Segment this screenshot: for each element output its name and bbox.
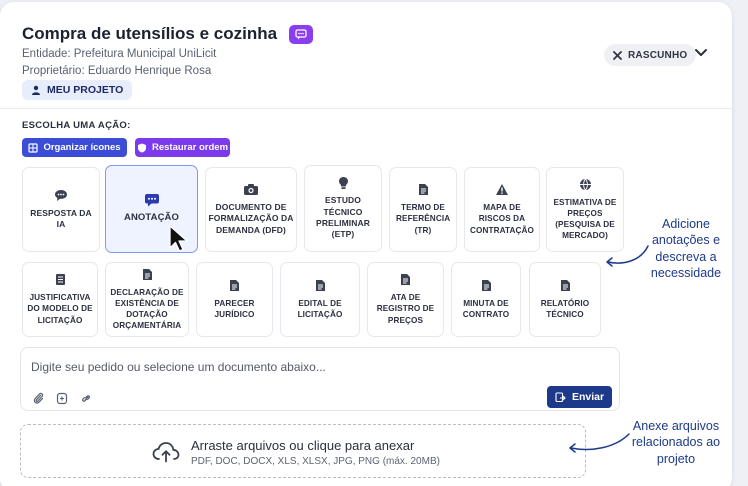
link-icon[interactable] — [80, 392, 92, 405]
arrow-to-dropzone-icon — [569, 433, 630, 453]
list-doc-icon — [55, 274, 65, 286]
send-button[interactable]: Enviar — [547, 386, 612, 408]
cloud-upload-icon — [152, 442, 180, 463]
tile-ata[interactable]: ATA DE REGISTRO DE PREÇOS — [367, 262, 444, 337]
tile-label: ESTIMATIVA DE PREÇOS (PESQUISA DE MERCAD… — [553, 197, 617, 241]
chevron-down-icon[interactable] — [694, 48, 708, 58]
document-icon — [560, 279, 570, 291]
paperclip-icon[interactable] — [33, 392, 44, 405]
page-title: Compra de utensílios e cozinha — [22, 24, 278, 43]
upload-subtitle: PDF, DOC, DOCX, XLS, XLSX, JPG, PNG (máx… — [191, 456, 440, 467]
choose-action-label: ESCOLHA UMA AÇÃO: — [22, 120, 131, 131]
tile-parecer[interactable]: PARECER JURÍDICO — [196, 262, 273, 337]
camera-doc-icon — [244, 183, 258, 195]
tile-label: RESPOSTA DA IA — [30, 207, 92, 229]
document-icon — [230, 279, 239, 291]
user-icon — [32, 85, 40, 95]
prompt-composer — [20, 347, 620, 411]
tile-minuta[interactable]: MINUTA DE CONTRATO — [451, 262, 521, 337]
my-project-label: MEU PROJETO — [47, 84, 124, 96]
tile-label: MINUTA DE CONTRATO — [462, 298, 510, 319]
organize-icons-button[interactable]: Organizar ícones — [22, 138, 127, 157]
mouse-cursor-icon — [169, 225, 188, 252]
tile-label: TERMO DE REFERÊNCIA (TR) — [396, 203, 451, 235]
grid-icon — [28, 142, 39, 153]
status-badge[interactable]: RASCUNHO — [604, 44, 697, 66]
restore-order-button[interactable]: Restaurar ordem — [135, 138, 230, 157]
tile-dfd[interactable]: DOCUMENTO DE FORMALIZAÇÃO DA DEMANDA (DF… — [205, 167, 297, 252]
tile-justificativa[interactable]: JUSTIFICATIVA DO MODELO DE LICITAÇÃO — [22, 262, 98, 337]
prompt-input[interactable] — [31, 356, 591, 378]
tile-label: ATA DE REGISTRO DE PREÇOS — [376, 293, 435, 325]
globe-icon — [579, 178, 591, 191]
chat-dots-icon — [55, 189, 67, 201]
divider — [0, 108, 732, 109]
document-icon — [142, 268, 152, 280]
organize-icons-label: Organizar ícones — [43, 142, 121, 153]
entity-text: Entidade: Prefeitura Municipal UniLicit — [22, 48, 217, 60]
arrow-to-tiles-icon — [606, 245, 649, 267]
tile-label: MAPA DE RISCOS DA CONTRATAÇÃO — [469, 203, 534, 235]
chat-badge[interactable] — [289, 24, 314, 44]
chat-icon — [295, 28, 307, 39]
send-doc-icon — [555, 391, 566, 402]
tile-label: EDITAL DE LICITAÇÃO — [297, 298, 343, 319]
tile-tr[interactable]: TERMO DE REFERÊNCIA (TR) — [389, 167, 457, 252]
tile-label: ESTUDO TÉCNICO PRELIMINAR (ETP) — [316, 195, 370, 240]
tile-label: ANOTAÇÃO — [124, 212, 179, 224]
tile-mapa-riscos[interactable]: MAPA DE RISCOS DA CONTRATAÇÃO — [464, 167, 540, 252]
tile-estimativa[interactable]: ESTIMATIVA DE PREÇOS (PESQUISA DE MERCAD… — [546, 167, 624, 252]
title-row: Compra de utensílios e cozinha — [22, 24, 314, 44]
warning-icon — [496, 184, 508, 196]
my-project-button[interactable]: MEU PROJETO — [22, 80, 133, 100]
owner-text: Proprietário: Eduardo Henrique Rosa — [22, 65, 212, 77]
shield-icon — [137, 143, 146, 152]
notes-hint-callout: Adicione anotações e descreva a necessid… — [650, 217, 722, 280]
tile-relatorio[interactable]: RELATÓRIO TÉCNICO — [529, 262, 601, 337]
close-icon — [613, 50, 622, 60]
note-chat-icon — [144, 193, 159, 207]
restore-order-label: Restaurar ordem — [151, 142, 229, 153]
document-icon — [401, 274, 410, 286]
tile-label: DECLARAÇÃO DE EXISTÊNCIA DE DOTAÇÃO ORÇA… — [110, 287, 184, 331]
status-label: RASCUNHO — [628, 49, 688, 61]
tile-edital[interactable]: EDITAL DE LICITAÇÃO — [280, 262, 360, 337]
file-dropzone[interactable]: Arraste arquivos ou clique para anexar P… — [20, 424, 586, 478]
document-icon — [315, 279, 325, 291]
upload-title: Arraste arquivos ou clique para anexar — [191, 438, 415, 453]
attachment-doc-icon[interactable] — [56, 392, 68, 405]
tile-etp[interactable]: ESTUDO TÉCNICO PRELIMINAR (ETP) — [304, 165, 382, 252]
document-icon — [481, 279, 491, 291]
document-icon — [418, 184, 428, 196]
tile-resposta-ia[interactable]: RESPOSTA DA IA — [22, 167, 100, 252]
composer-tools — [33, 392, 92, 405]
tile-label: PARECER JURÍDICO — [214, 298, 255, 319]
attach-hint-callout: Anexe arquivos relacionados ao projeto — [631, 419, 721, 466]
tile-label: JUSTIFICATIVA DO MODELO DE LICITAÇÃO — [27, 293, 93, 325]
tile-label: DOCUMENTO DE FORMALIZAÇÃO DA DEMANDA (DF… — [208, 201, 294, 235]
tile-label: RELATÓRIO TÉCNICO — [540, 298, 590, 319]
send-label: Enviar — [571, 391, 605, 403]
tile-declaracao[interactable]: DECLARAÇÃO DE EXISTÊNCIA DE DOTAÇÃO ORÇA… — [105, 262, 189, 337]
lightbulb-icon — [338, 176, 348, 189]
